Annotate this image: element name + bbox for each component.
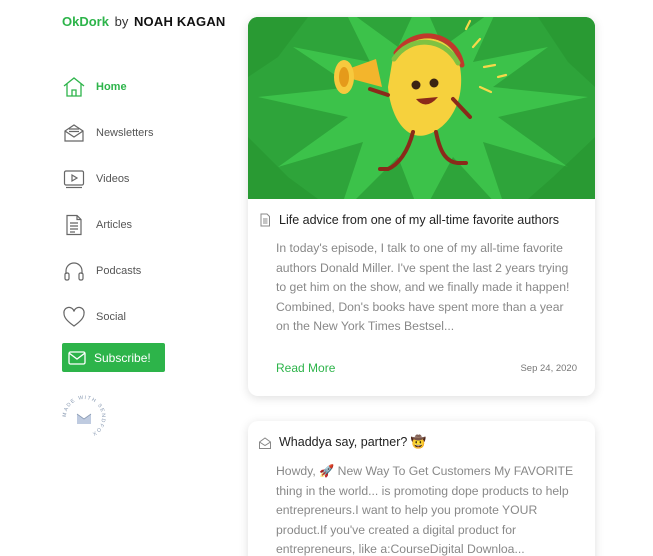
sendfox-badge[interactable]: MADE WITH SENDFOX (60, 393, 108, 441)
sidebar-item-label: Social (96, 311, 126, 323)
brand-author: NOAH KAGAN (133, 14, 226, 29)
post-title: Life advice from one of my all-time favo… (279, 213, 559, 227)
mail-icon (68, 350, 86, 365)
sidebar-item-label: Videos (96, 173, 130, 185)
sidebar-item-home[interactable]: Home (62, 64, 153, 110)
brand-by: by (114, 14, 129, 29)
video-icon (62, 167, 86, 191)
headphones-icon (62, 259, 86, 283)
post-card[interactable]: Whaddya say, partner? 🤠 Howdy, 🚀 New Way… (248, 421, 595, 556)
post-excerpt: In today's episode, I talk to one of my … (276, 241, 570, 333)
read-more-link[interactable]: Read More (276, 361, 335, 375)
post-title-row[interactable]: Whaddya say, partner? 🤠 (258, 435, 595, 450)
subscribe-label: Subscribe! (94, 350, 151, 365)
sidebar-nav: Home Newsletters Videos Articles Podcast… (62, 64, 153, 340)
post-title-row[interactable]: Life advice from one of my all-time favo… (258, 213, 595, 227)
document-icon (260, 213, 270, 227)
heart-icon (62, 305, 86, 329)
home-icon (62, 75, 86, 99)
post-card[interactable]: Life advice from one of my all-time favo… (248, 17, 595, 396)
sidebar-item-newsletters[interactable]: Newsletters (62, 110, 153, 156)
newsletter-icon (259, 436, 271, 449)
post-hero-image (248, 17, 595, 199)
sidebar-item-social[interactable]: Social (62, 294, 153, 340)
sidebar-item-videos[interactable]: Videos (62, 156, 153, 202)
sidebar-item-label: Articles (96, 219, 133, 231)
newsletter-icon (62, 121, 86, 145)
sidebar-item-label: Newsletters (96, 127, 154, 139)
post-excerpt: Howdy, 🚀 New Way To Get Customers My FAV… (276, 464, 574, 556)
brand-logo[interactable]: OkDork by NOAH KAGAN (62, 14, 226, 29)
article-icon (62, 213, 86, 237)
subscribe-button[interactable]: Subscribe! (62, 343, 165, 372)
sidebar-item-podcasts[interactable]: Podcasts (62, 248, 153, 294)
sidebar-item-label: Home (96, 81, 127, 93)
badge-text: MADE WITH SENDFOX (62, 395, 105, 437)
post-date: Sep 24, 2020 (520, 362, 577, 374)
svg-text:MADE WITH SENDFOX: MADE WITH SENDFOX (62, 395, 106, 437)
brand-name: OkDork (62, 14, 109, 29)
sendfox-badge-icon: MADE WITH SENDFOX (62, 395, 106, 437)
post-title: Whaddya say, partner? 🤠 (279, 435, 427, 449)
sidebar-item-label: Podcasts (96, 265, 142, 277)
post-footer: Read More Sep 24, 2020 (276, 361, 577, 375)
sidebar-item-articles[interactable]: Articles (62, 202, 153, 248)
